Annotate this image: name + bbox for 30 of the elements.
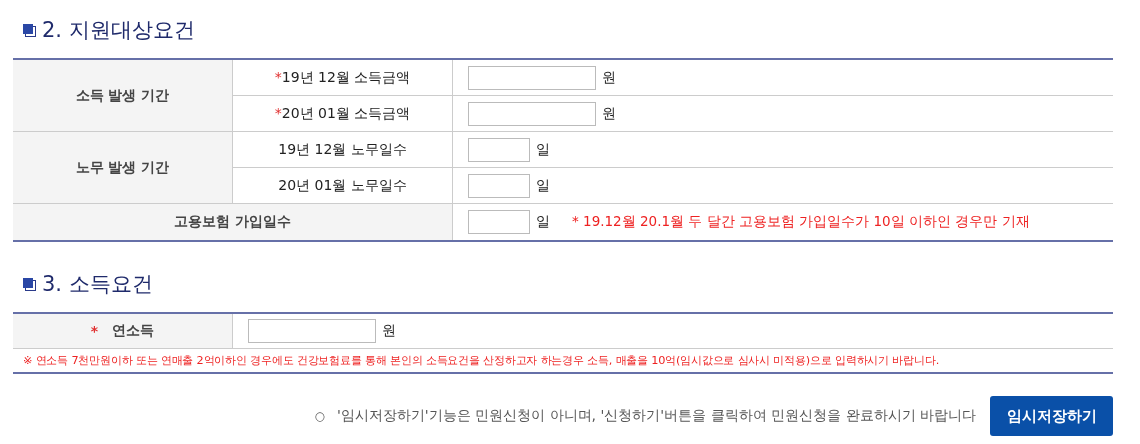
unit-label: 원 xyxy=(382,322,396,340)
input-field[interactable] xyxy=(468,101,596,126)
group-label: 노무 발생 기간 xyxy=(75,158,170,177)
field-label: 19년 12월 노무일수 xyxy=(278,140,407,159)
input-field[interactable] xyxy=(468,173,530,198)
group-label: 소득 발생 기간 xyxy=(75,86,170,105)
field-label: *19년 12월 소득금액 xyxy=(274,68,411,87)
input-field[interactable] xyxy=(468,137,530,162)
unit-label: 일 xyxy=(536,140,550,159)
note-text: * 19.12월 20.1월 두 달간 고용보험 가입일수가 10일 이하인 경우만 기재 xyxy=(572,213,1030,231)
input-field[interactable] xyxy=(248,319,376,343)
square-bullet-icon xyxy=(23,277,36,291)
note-text: ※ 연소득 7천만원이하 또는 연매출 2억이하인 경우에도 건강보험료를 통해 본인의 소득요건을 산정하고자 하는경우 소득, 매출을 10억(임시값으로 심사시 미적용)으로 입력하시기 바랍니다. xyxy=(23,354,940,367)
unit-label: 원 xyxy=(602,104,616,123)
square-bullet-icon xyxy=(23,23,36,37)
field-label: 20년 01월 노무일수 xyxy=(278,176,407,195)
field-label: 연소득 xyxy=(112,322,155,340)
save-draft-button[interactable]: 임시저장하기 xyxy=(990,396,1113,436)
bullet-icon: ○ xyxy=(314,409,325,423)
section-title: 3. 소득요건 xyxy=(42,271,153,298)
field-label: 고용보험 가입일수 xyxy=(174,213,291,231)
field-label: *20년 01월 소득금액 xyxy=(274,104,411,123)
input-field[interactable] xyxy=(468,65,596,90)
input-field[interactable] xyxy=(468,210,530,234)
unit-label: 원 xyxy=(602,68,616,87)
unit-label: 일 xyxy=(536,176,550,195)
unit-label: 일 xyxy=(536,213,550,231)
required-mark: * xyxy=(90,323,99,339)
section-title: 2. 지원대상요건 xyxy=(42,17,195,44)
info-text: '임시저장하기'기능은 민원신청이 아니며, '신청하기'버튼을 클릭하여 민원신청을 완료하시기 바랍니다 xyxy=(337,407,976,425)
